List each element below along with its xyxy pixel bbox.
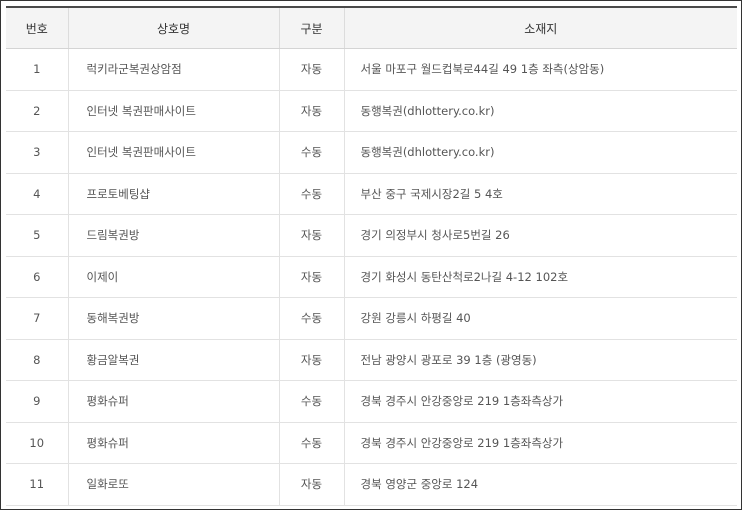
cell-type: 수동	[278, 422, 344, 464]
table-row: 3 인터넷 복권판매사이트 수동 동행복권(dhlottery.co.kr)	[6, 131, 737, 174]
header-type: 구분	[278, 6, 344, 49]
cell-number: 11	[6, 463, 68, 506]
cell-number: 7	[6, 297, 68, 340]
table-row: 6 이제이 자동 경기 화성시 동탄산척로2나길 4-12 102호	[6, 256, 737, 298]
cell-number: 2	[6, 90, 68, 132]
cell-address: 서울 마포구 월드컵북로44길 49 1층 좌측(상암동)	[343, 48, 737, 91]
header-address: 소재지	[343, 6, 737, 49]
table-body: 1 럭키라군복권상암점 자동 서울 마포구 월드컵북로44길 49 1층 좌측(…	[6, 48, 737, 506]
table-row: 11 일화로또 자동 경북 영양군 중앙로 124	[6, 463, 737, 506]
table-row: 4 프로토베팅샵 수동 부산 중구 국제시장2길 5 4호	[6, 173, 737, 215]
cell-number: 3	[6, 131, 68, 174]
cell-store-name: 드림복권방	[67, 214, 279, 257]
cell-type: 자동	[278, 256, 344, 298]
cell-address: 경북 영양군 중앙로 124	[343, 463, 737, 506]
cell-type: 수동	[278, 297, 344, 340]
cell-store-name: 황금알복권	[67, 339, 279, 381]
cell-address: 동행복권(dhlottery.co.kr)	[343, 131, 737, 174]
cell-type: 수동	[278, 131, 344, 174]
cell-type: 자동	[278, 339, 344, 381]
cell-type: 수동	[278, 173, 344, 215]
table-row: 8 황금알복권 자동 전남 광양시 광포로 39 1층 (광영동)	[6, 339, 737, 381]
cell-address: 전남 광양시 광포로 39 1층 (광영동)	[343, 339, 737, 381]
cell-address: 경북 경주시 안강중앙로 219 1층좌측상가	[343, 422, 737, 464]
cell-number: 9	[6, 380, 68, 423]
cell-store-name: 인터넷 복권판매사이트	[67, 90, 279, 132]
cell-number: 4	[6, 173, 68, 215]
cell-number: 1	[6, 48, 68, 91]
table-row: 10 평화슈퍼 수동 경북 경주시 안강중앙로 219 1층좌측상가	[6, 422, 737, 464]
cell-address: 경북 경주시 안강중앙로 219 1층좌측상가	[343, 380, 737, 423]
cell-store-name: 동해복권방	[67, 297, 279, 340]
cell-type: 자동	[278, 90, 344, 132]
cell-type: 수동	[278, 380, 344, 423]
cell-number: 8	[6, 339, 68, 381]
table-header: 번호 상호명 구분 소재지	[6, 6, 737, 49]
cell-store-name: 프로토베팅샵	[67, 173, 279, 215]
header-number: 번호	[6, 6, 68, 49]
cell-store-name: 일화로또	[67, 463, 279, 506]
cell-store-name: 럭키라군복권상암점	[67, 48, 279, 91]
cell-store-name: 인터넷 복권판매사이트	[67, 131, 279, 174]
winning-stores-table: 번호 상호명 구분 소재지 1 럭키라군복권상암점 자동 서울 마포구 월드컵북…	[6, 6, 737, 506]
cell-store-name: 평화슈퍼	[67, 422, 279, 464]
header-store-name: 상호명	[67, 6, 279, 49]
table-row: 5 드림복권방 자동 경기 의정부시 청사로5번길 26	[6, 214, 737, 257]
cell-store-name: 이제이	[67, 256, 279, 298]
cell-number: 6	[6, 256, 68, 298]
cell-type: 자동	[278, 463, 344, 506]
table-row: 1 럭키라군복권상암점 자동 서울 마포구 월드컵북로44길 49 1층 좌측(…	[6, 48, 737, 91]
table-row: 2 인터넷 복권판매사이트 자동 동행복권(dhlottery.co.kr)	[6, 90, 737, 132]
cell-number: 10	[6, 422, 68, 464]
table-row: 9 평화슈퍼 수동 경북 경주시 안강중앙로 219 1층좌측상가	[6, 380, 737, 423]
cell-store-name: 평화슈퍼	[67, 380, 279, 423]
header-row: 번호 상호명 구분 소재지	[6, 6, 737, 49]
cell-type: 자동	[278, 214, 344, 257]
cell-number: 5	[6, 214, 68, 257]
table-row: 7 동해복권방 수동 강원 강릉시 하평길 40	[6, 297, 737, 340]
cell-type: 자동	[278, 48, 344, 91]
cell-address: 부산 중구 국제시장2길 5 4호	[343, 173, 737, 215]
cell-address: 경기 의정부시 청사로5번길 26	[343, 214, 737, 257]
cell-address: 동행복권(dhlottery.co.kr)	[343, 90, 737, 132]
screenshot-frame: 번호 상호명 구분 소재지 1 럭키라군복권상암점 자동 서울 마포구 월드컵북…	[0, 0, 742, 510]
cell-address: 경기 화성시 동탄산척로2나길 4-12 102호	[343, 256, 737, 298]
cell-address: 강원 강릉시 하평길 40	[343, 297, 737, 340]
